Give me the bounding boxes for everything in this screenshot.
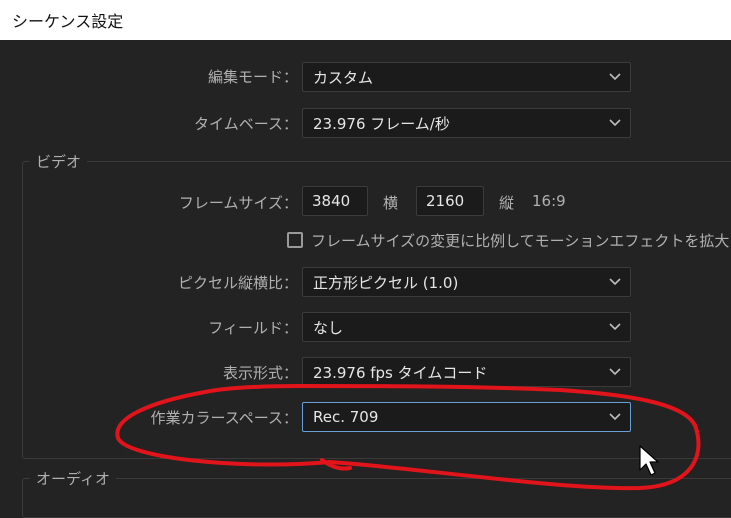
fields-value: なし xyxy=(313,318,344,337)
pixel-aspect-value: 正方形ピクセル (1.0) xyxy=(313,273,459,292)
display-format-label: 表示形式： xyxy=(222,364,298,382)
scale-motion-label: フレームサイズの変更に比例してモーションエフェクトを拡大 xyxy=(311,232,730,250)
video-section-title: ビデオ xyxy=(30,151,88,172)
chevron-down-icon xyxy=(609,73,621,81)
chevron-down-icon xyxy=(609,323,621,331)
fields-label: フィールド： xyxy=(208,319,298,337)
frame-width-input[interactable]: 3840 xyxy=(302,186,368,216)
pixel-aspect-label: ピクセル縦横比： xyxy=(177,274,298,292)
pixel-aspect-dropdown[interactable]: 正方形ピクセル (1.0) xyxy=(302,267,631,297)
working-color-space-value: Rec. 709 xyxy=(313,408,379,426)
frame-width-unit: 横 xyxy=(383,194,399,212)
frame-width-value: 3840 xyxy=(312,192,351,210)
chevron-down-icon xyxy=(609,413,621,421)
display-format-dropdown[interactable]: 23.976 fps タイムコード xyxy=(302,357,631,387)
frame-height-unit: 縦 xyxy=(499,194,515,212)
edit-mode-value: カスタム xyxy=(313,68,374,87)
sequence-settings-panel: 編集モード： カスタム タイムベース： 23.976 フレーム/秒 ビデオ フレ… xyxy=(0,40,731,518)
working-color-space-dropdown[interactable]: Rec. 709 xyxy=(302,402,631,432)
timebase-dropdown[interactable]: 23.976 フレーム/秒 xyxy=(302,108,631,138)
frame-height-value: 2160 xyxy=(426,192,465,210)
edit-mode-dropdown[interactable]: カスタム xyxy=(302,62,631,92)
chevron-down-icon xyxy=(609,278,621,286)
fields-dropdown[interactable]: なし xyxy=(302,312,631,342)
timebase-value: 23.976 フレーム/秒 xyxy=(313,114,450,133)
frame-size-label: フレームサイズ： xyxy=(178,194,298,212)
scale-motion-checkbox[interactable] xyxy=(287,232,303,248)
window-titlebar: シーケンス設定 xyxy=(0,0,731,40)
audio-section xyxy=(22,478,731,518)
audio-section-title: オーディオ xyxy=(30,468,116,489)
timebase-label: タイムベース： xyxy=(194,115,298,133)
chevron-down-icon xyxy=(609,119,621,127)
display-format-value: 23.976 fps タイムコード xyxy=(313,363,488,382)
aspect-ratio-text: 16:9 xyxy=(532,192,566,210)
window-title: シーケンス設定 xyxy=(12,12,124,31)
frame-height-input[interactable]: 2160 xyxy=(416,186,484,216)
working-color-space-label: 作業カラースペース： xyxy=(150,409,298,427)
chevron-down-icon xyxy=(609,368,621,376)
edit-mode-label: 編集モード： xyxy=(207,68,298,86)
